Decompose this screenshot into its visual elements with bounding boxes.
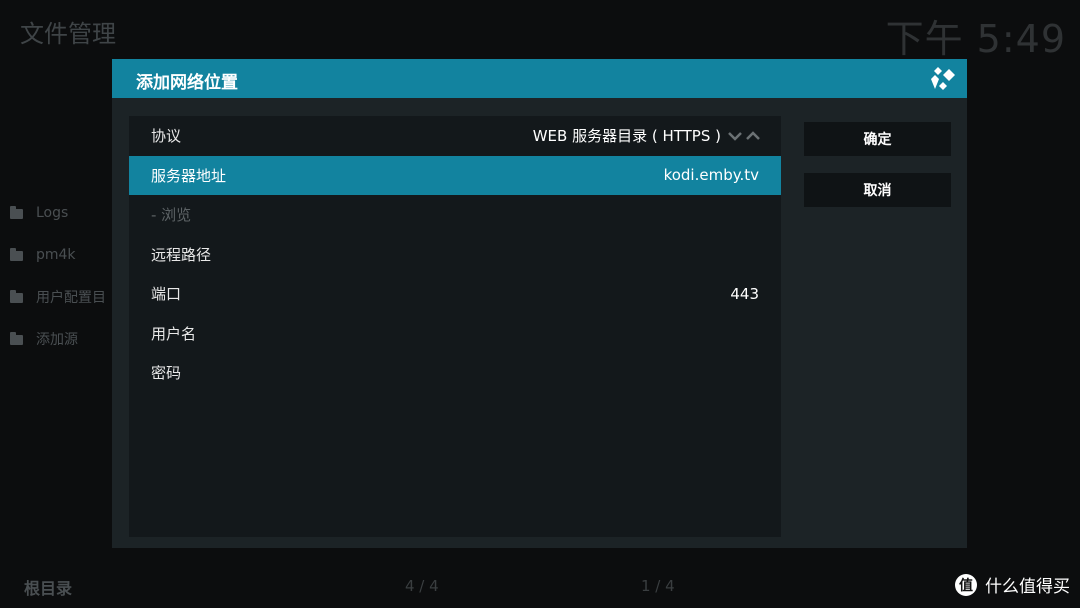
settings-list: 协议 WEB 服务器目录 ( HTTPS ) 服务器地址 kodi.emby.t…	[129, 116, 781, 537]
row-label: - 浏览	[151, 206, 192, 225]
source-label: pm4k	[36, 247, 76, 263]
watermark: 值 什么值得买	[955, 572, 1070, 597]
folder-icon	[10, 248, 23, 261]
dialog-header: 添加网络位置	[112, 59, 967, 98]
port-row[interactable]: 端口 443	[129, 274, 781, 314]
chevron-up-icon[interactable]	[745, 130, 761, 141]
dialog-title: 添加网络位置	[136, 73, 238, 93]
clock: 下午 5:49	[885, 17, 1066, 61]
watermark-logo: 值	[955, 573, 977, 596]
background-title: 文件管理	[20, 20, 116, 48]
source-label: 用户配置目	[36, 290, 106, 306]
username-row[interactable]: 用户名	[129, 314, 781, 354]
remote-path-row[interactable]: 远程路径	[129, 235, 781, 275]
chevron-down-icon[interactable]	[727, 131, 743, 141]
row-label: 用户名	[151, 324, 197, 343]
screen: 文件管理 下午 5:49 Logs pm4k 用户配置目 添加源 根目录 4 /…	[0, 0, 1080, 608]
folder-icon	[10, 206, 23, 219]
item-count-left: 4 / 4	[405, 577, 439, 595]
source-item-add-source[interactable]: 添加源	[10, 318, 106, 360]
password-row[interactable]: 密码	[129, 353, 781, 393]
source-item-profile[interactable]: 用户配置目	[10, 276, 106, 318]
footer-root-label: 根目录	[24, 579, 73, 598]
source-item-logs[interactable]: Logs	[10, 192, 106, 234]
port-value: 443	[730, 284, 759, 303]
cancel-button[interactable]: 取消	[804, 173, 951, 207]
watermark-text: 什么值得买	[985, 577, 1070, 597]
server-address-row[interactable]: 服务器地址 kodi.emby.tv	[129, 155, 781, 195]
row-label: 协议	[151, 127, 182, 146]
browse-row[interactable]: - 浏览	[129, 195, 781, 235]
row-label: 端口	[151, 285, 182, 304]
dialog-buttons: 确定 取消	[804, 122, 951, 224]
protocol-row[interactable]: 协议 WEB 服务器目录 ( HTTPS )	[129, 116, 781, 156]
protocol-spinner	[727, 130, 761, 141]
ok-button[interactable]: 确定	[804, 122, 951, 156]
row-label: 远程路径	[151, 245, 212, 264]
protocol-value: WEB 服务器目录 ( HTTPS )	[532, 127, 721, 146]
background-source-list: Logs pm4k 用户配置目 添加源	[10, 192, 106, 360]
row-label: 服务器地址	[151, 166, 227, 185]
row-label: 密码	[151, 364, 182, 383]
folder-icon	[10, 290, 23, 303]
kodi-logo-icon	[931, 67, 955, 90]
item-count-right: 1 / 4	[641, 577, 675, 595]
folder-icon	[10, 332, 23, 345]
server-address-value: kodi.emby.tv	[663, 166, 759, 185]
add-network-location-dialog: 添加网络位置 协议 WEB 服务器目录 ( HTTPS ) 服务器地址 kodi…	[112, 59, 967, 548]
source-label: Logs	[36, 205, 69, 221]
source-item-pm4k[interactable]: pm4k	[10, 234, 106, 276]
source-label: 添加源	[36, 332, 78, 348]
